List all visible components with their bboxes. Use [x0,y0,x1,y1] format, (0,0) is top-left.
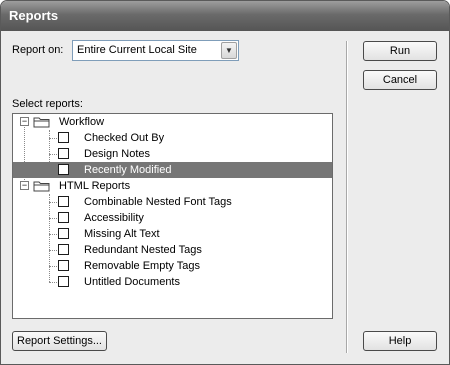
tree-item-label: Removable Empty Tags [84,260,200,272]
report-checkbox[interactable] [58,276,69,287]
report-checkbox[interactable] [58,244,69,255]
folder-icon [33,181,50,192]
tree-group-html-reports[interactable]: − HTML Reports [13,178,332,194]
tree-item-checked-out-by[interactable]: Checked Out By [13,130,332,146]
tree-item-label: Missing Alt Text [84,228,160,240]
tree-item-label: Combinable Nested Font Tags [84,196,232,208]
report-checkbox[interactable] [58,260,69,271]
collapse-icon[interactable]: − [20,181,29,190]
tree-item-redundant-nested-tags[interactable]: Redundant Nested Tags [13,242,332,258]
tree-item-removable-empty-tags[interactable]: Removable Empty Tags [13,258,332,274]
report-settings-button[interactable]: Report Settings... [12,331,107,351]
report-on-label: Report on: [12,44,64,56]
tree-item-accessibility[interactable]: Accessibility [13,210,332,226]
tree-item-design-notes[interactable]: Design Notes [13,146,332,162]
tree-item-recently-modified[interactable]: Recently Modified [13,162,332,178]
report-on-value: Entire Current Local Site [77,44,197,56]
tree-item-missing-alt-text[interactable]: Missing Alt Text [13,226,332,242]
help-button[interactable]: Help [363,331,437,351]
tree-item-label: Accessibility [84,212,144,224]
select-reports-label: Select reports: [12,98,83,110]
report-checkbox[interactable] [58,164,69,175]
tree-group-label: Workflow [59,116,105,128]
collapse-icon[interactable]: − [20,117,29,126]
tree-group-label: HTML Reports [59,180,131,192]
folder-icon [33,117,50,128]
report-checkbox[interactable] [58,212,69,223]
tree-item-untitled-documents[interactable]: Untitled Documents [13,274,332,290]
window-title: Reports [1,1,449,31]
run-button[interactable]: Run [363,41,437,61]
report-checkbox[interactable] [58,132,69,143]
report-checkbox[interactable] [58,228,69,239]
tree-item-label: Redundant Nested Tags [84,244,202,256]
tree-item-label: Design Notes [84,148,151,160]
report-checkbox[interactable] [58,148,69,159]
tree-item-label: Untitled Documents [84,276,180,288]
cancel-button[interactable]: Cancel [363,70,437,90]
tree-item-combinable-nested-font-tags[interactable]: Combinable Nested Font Tags [13,194,332,210]
report-checkbox[interactable] [58,196,69,207]
vertical-divider [346,41,348,353]
report-on-select[interactable]: Entire Current Local Site ▼ [72,40,239,61]
tree-group-workflow[interactable]: − Workflow [13,114,332,130]
reports-dialog: Reports Report on: Entire Current Local … [0,0,450,365]
chevron-down-icon[interactable]: ▼ [221,42,237,59]
tree-item-label: Checked Out By [84,132,165,144]
reports-tree[interactable]: − Workflow Checked Out By Design Notes R… [12,113,333,319]
tree-item-label: Recently Modified [84,164,172,176]
